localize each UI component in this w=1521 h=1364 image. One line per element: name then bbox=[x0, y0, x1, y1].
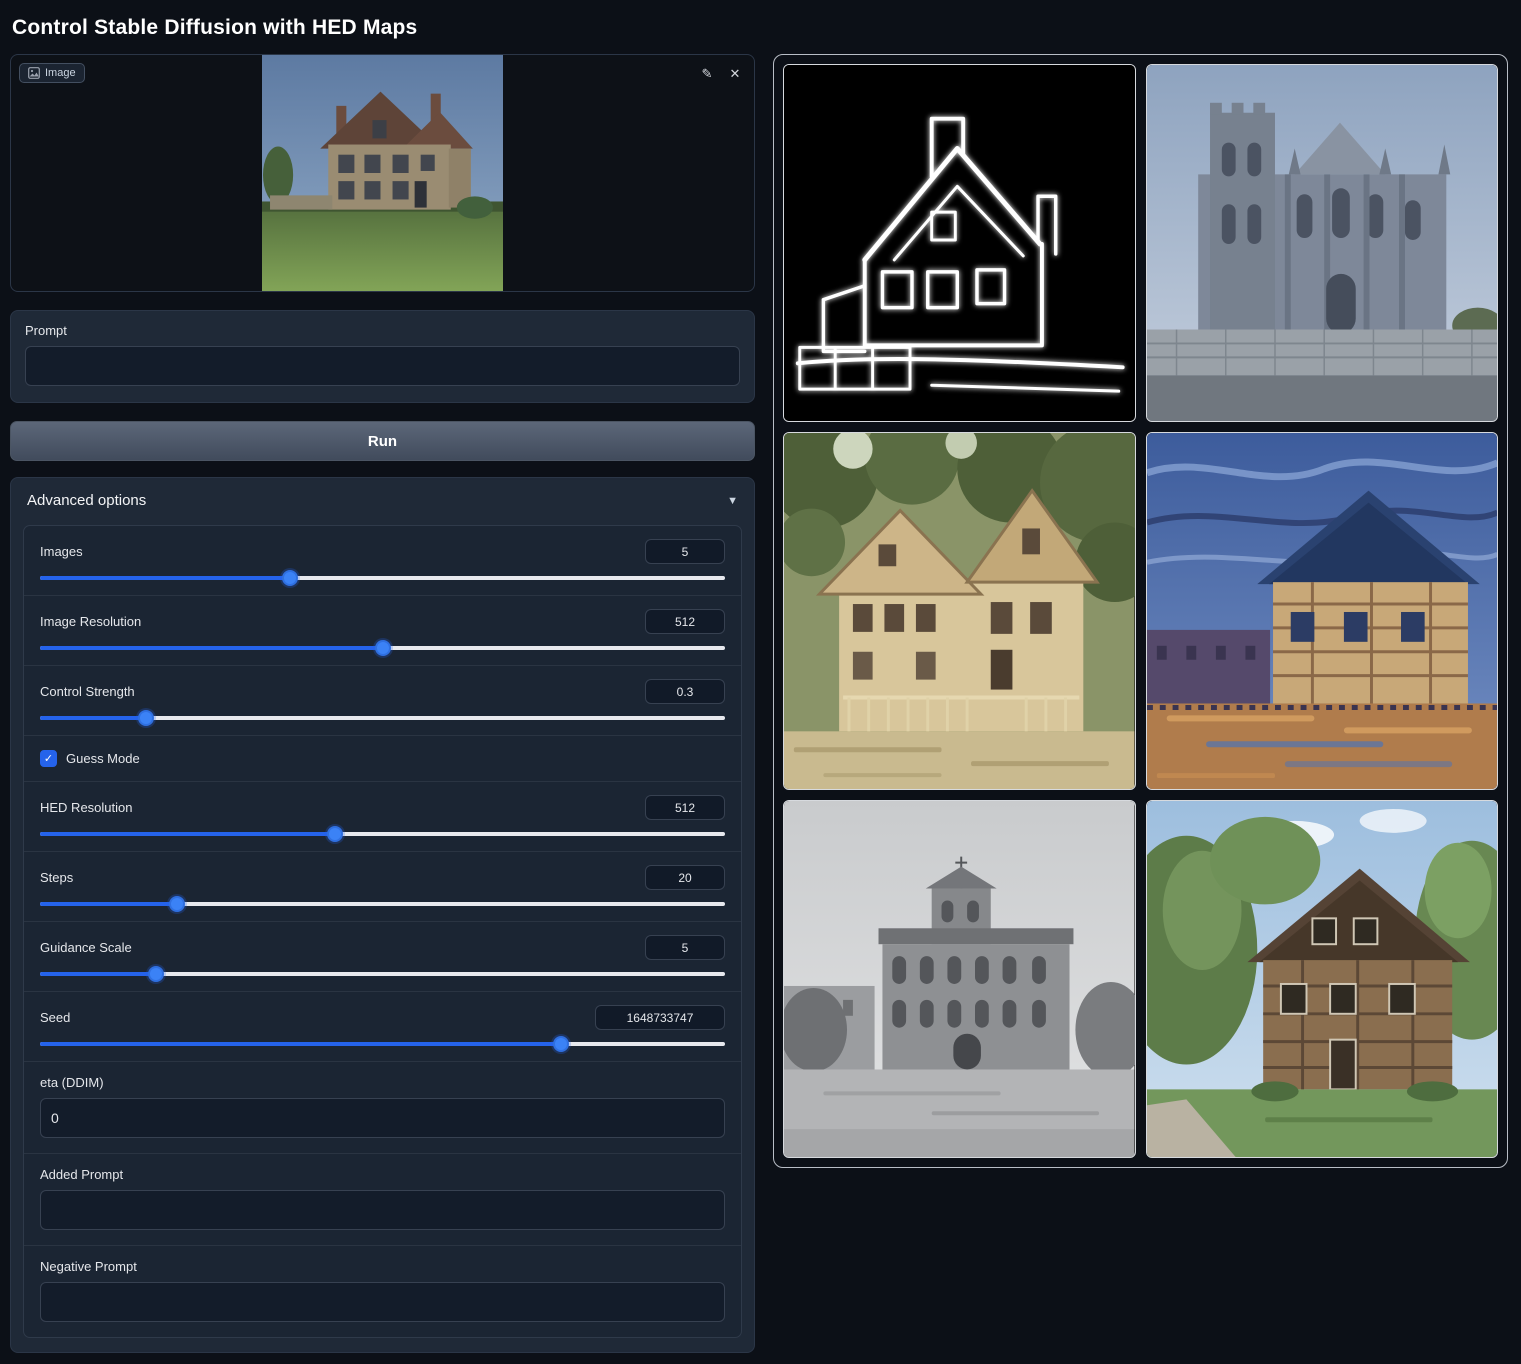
hed-resolution-slider-row: HED Resolution bbox=[24, 782, 741, 852]
cathedral-image bbox=[1147, 65, 1498, 421]
hed-resolution-label: HED Resolution bbox=[40, 800, 133, 815]
image-resolution-value-input[interactable] bbox=[645, 609, 725, 634]
seed-slider-row: Seed bbox=[24, 992, 741, 1062]
prompt-input[interactable] bbox=[25, 346, 740, 386]
guess-mode-label: Guess Mode bbox=[66, 751, 140, 766]
hed-resolution-slider[interactable] bbox=[40, 832, 725, 836]
controls-column: Image ✎ ✕ bbox=[10, 54, 755, 1353]
negative-prompt-field-row: Negative Prompt bbox=[24, 1246, 741, 1337]
image-input-block: Image ✎ ✕ bbox=[10, 54, 755, 292]
steps-slider[interactable] bbox=[40, 902, 725, 906]
slider-handle[interactable] bbox=[553, 1036, 569, 1052]
guess-mode-checkbox[interactable]: ✓ Guess Mode bbox=[24, 736, 741, 782]
gallery-item-country-house[interactable] bbox=[1146, 800, 1499, 1158]
image-icon bbox=[28, 67, 40, 79]
control-strength-slider-row: Control Strength bbox=[24, 666, 741, 736]
seed-label: Seed bbox=[40, 1010, 70, 1025]
guidance-scale-slider-row: Guidance Scale bbox=[24, 922, 741, 992]
slider-handle[interactable] bbox=[148, 966, 164, 982]
prompt-block: Prompt bbox=[10, 310, 755, 403]
gallery-item-hed-edge-map[interactable] bbox=[783, 64, 1136, 422]
grayscale-building-image bbox=[784, 801, 1135, 1157]
advanced-options-block: Advanced options ▼ Images Image Resoluti… bbox=[10, 477, 755, 1353]
run-button[interactable]: Run bbox=[10, 421, 755, 461]
page-title: Control Stable Diffusion with HED Maps bbox=[0, 0, 1521, 54]
slider-handle[interactable] bbox=[282, 570, 298, 586]
image-resolution-label: Image Resolution bbox=[40, 614, 141, 629]
added-prompt-label: Added Prompt bbox=[40, 1167, 725, 1182]
guidance-scale-label: Guidance Scale bbox=[40, 940, 132, 955]
gallery-item-painterly-house[interactable] bbox=[1146, 432, 1499, 790]
seed-slider[interactable] bbox=[40, 1042, 725, 1046]
advanced-options-title: Advanced options bbox=[27, 492, 146, 509]
painterly-house-image bbox=[1147, 433, 1498, 789]
uploaded-image-stage[interactable] bbox=[11, 55, 754, 291]
accordion-caret-icon: ▼ bbox=[727, 495, 738, 507]
eta-label: eta (DDIM) bbox=[40, 1075, 725, 1090]
slider-handle[interactable] bbox=[138, 710, 154, 726]
edit-image-button[interactable]: ✎ bbox=[696, 63, 718, 85]
gallery-item-cathedral[interactable] bbox=[1146, 64, 1499, 422]
steps-slider-row: Steps bbox=[24, 852, 741, 922]
hed-resolution-value-input[interactable] bbox=[645, 795, 725, 820]
guidance-scale-value-input[interactable] bbox=[645, 935, 725, 960]
negative-prompt-input[interactable] bbox=[40, 1282, 725, 1322]
image-label-chip: Image bbox=[19, 63, 85, 83]
image-resolution-slider[interactable] bbox=[40, 646, 725, 650]
steps-value-input[interactable] bbox=[645, 865, 725, 890]
image-resolution-slider-row: Image Resolution bbox=[24, 596, 741, 666]
eta-input[interactable] bbox=[40, 1098, 725, 1138]
slider-handle[interactable] bbox=[169, 896, 185, 912]
slider-handle[interactable] bbox=[327, 826, 343, 842]
images-slider[interactable] bbox=[40, 576, 725, 580]
negative-prompt-label: Negative Prompt bbox=[40, 1259, 725, 1274]
slider-handle[interactable] bbox=[375, 640, 391, 656]
images-value-input[interactable] bbox=[645, 539, 725, 564]
control-strength-slider[interactable] bbox=[40, 716, 725, 720]
images-slider-row: Images bbox=[24, 526, 741, 596]
output-gallery bbox=[773, 54, 1508, 1168]
advanced-options-body: Images Image Resolution bbox=[23, 525, 742, 1338]
country-house-image bbox=[1147, 801, 1498, 1157]
gallery-item-grayscale-building[interactable] bbox=[783, 800, 1136, 1158]
added-prompt-field-row: Added Prompt bbox=[24, 1154, 741, 1246]
guidance-scale-slider[interactable] bbox=[40, 972, 725, 976]
images-label: Images bbox=[40, 544, 83, 559]
eta-field-row: eta (DDIM) bbox=[24, 1062, 741, 1154]
image-label: Image bbox=[45, 67, 76, 79]
uploaded-house-photo bbox=[262, 55, 503, 291]
victorian-house-image bbox=[784, 433, 1135, 789]
control-strength-label: Control Strength bbox=[40, 684, 135, 699]
clear-image-button[interactable]: ✕ bbox=[724, 63, 746, 85]
advanced-options-accordion[interactable]: Advanced options ▼ bbox=[11, 478, 754, 523]
prompt-label: Prompt bbox=[25, 323, 740, 338]
steps-label: Steps bbox=[40, 870, 73, 885]
seed-value-input[interactable] bbox=[595, 1005, 725, 1030]
gallery-item-victorian-house[interactable] bbox=[783, 432, 1136, 790]
control-strength-value-input[interactable] bbox=[645, 679, 725, 704]
added-prompt-input[interactable] bbox=[40, 1190, 725, 1230]
hed-edge-map-image bbox=[784, 65, 1135, 421]
checkbox-check-icon: ✓ bbox=[40, 750, 57, 767]
